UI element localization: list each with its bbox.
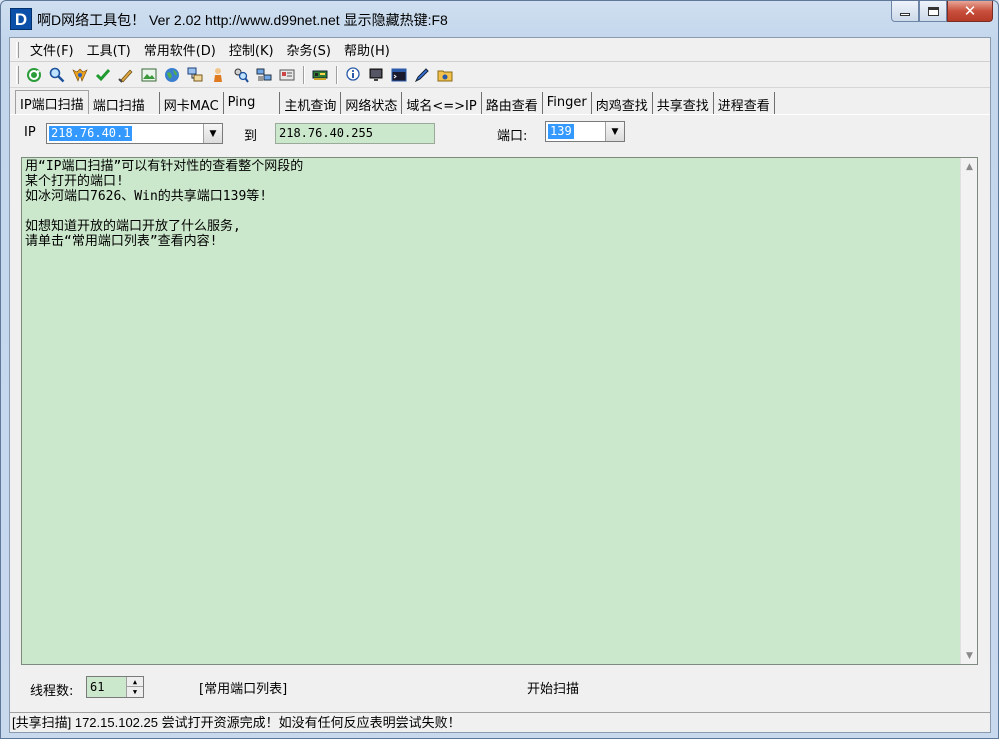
menu-help[interactable]: 帮助(H) <box>339 38 395 61</box>
scroll-down-icon[interactable]: ▼ <box>961 647 978 664</box>
menu-control[interactable]: 控制(K) <box>224 38 279 61</box>
status-bar: [共享扫描] 172.15.102.25 尝试打开资源完成！如没有任何反应表明尝… <box>10 712 990 732</box>
close-button[interactable]: ✕ <box>947 1 993 22</box>
start-scan-button[interactable]: 开始扫描 <box>527 678 579 697</box>
tab-zombie-find[interactable]: 肉鸡查找 <box>591 92 653 114</box>
tab-share-find[interactable]: 共享查找 <box>652 92 714 114</box>
globe-icon[interactable] <box>161 64 183 86</box>
tab-divider <box>10 114 990 115</box>
tab-strip: IP端口扫描 端口扫描 网卡MAC Ping 主机查询 网络状态 域名<=>IP… <box>10 90 990 114</box>
maximize-icon <box>927 6 939 16</box>
threads-label: 线程数: <box>30 684 74 699</box>
ip-start-value[interactable]: 218.76.40.1 <box>49 126 133 141</box>
maximize-button[interactable] <box>919 1 947 22</box>
tab-route-view[interactable]: 路由查看 <box>481 92 543 114</box>
menu-tools[interactable]: 工具(T) <box>82 38 136 61</box>
refresh-icon[interactable] <box>23 64 45 86</box>
brush-icon[interactable] <box>115 64 137 86</box>
window-title: 啊D网络工具包！ Ver 2.02 http://www.d99net.net … <box>37 12 448 28</box>
network-card-icon[interactable] <box>309 64 331 86</box>
tab-domain-ip[interactable]: 域名<=>IP <box>402 92 482 114</box>
port-combo[interactable]: 139 ▼ <box>545 121 625 142</box>
user-icon[interactable] <box>207 64 229 86</box>
tab-ping[interactable]: Ping <box>223 92 281 114</box>
menu-bar: 文件(F) 工具(T) 常用软件(D) 控制(K) 杂务(S) 帮助(H) <box>10 38 990 62</box>
port-label: 端口: <box>497 129 528 144</box>
tab-port-scan[interactable]: 端口扫描 <box>88 92 160 114</box>
scroll-up-icon[interactable]: ▲ <box>961 158 978 175</box>
output-text[interactable]: 用“IP端口扫描”可以有针对性的查看整个网段的 某个打开的端口! 如冰河端口76… <box>25 159 303 249</box>
toolbar-grip[interactable] <box>16 66 19 84</box>
ip-end-field[interactable]: 218.76.40.255 <box>275 123 435 144</box>
app-window: D 啊D网络工具包！ Ver 2.02 http://www.d99net.ne… <box>0 0 999 739</box>
close-icon: ✕ <box>963 1 977 20</box>
spin-down-icon[interactable]: ▼ <box>127 687 143 697</box>
minimize-button[interactable] <box>891 1 919 22</box>
to-label: 到 <box>244 129 258 144</box>
bottom-controls: 线程数: 61 ▲ ▼ [常用端口列表] 开始扫描 <box>10 674 990 700</box>
app-logo: D <box>10 8 32 30</box>
chevron-down-icon[interactable]: ▼ <box>605 122 624 141</box>
monitor-icon[interactable] <box>365 64 387 86</box>
menu-misc[interactable]: 杂务(S) <box>282 38 336 61</box>
spin-up-icon[interactable]: ▲ <box>127 677 143 687</box>
tab-finger[interactable]: Finger <box>542 92 592 114</box>
threads-value[interactable]: 61 <box>90 680 104 694</box>
tab-host-query[interactable]: 主机查询 <box>280 92 342 114</box>
network-copy-icon[interactable] <box>184 64 206 86</box>
client-area: 文件(F) 工具(T) 常用软件(D) 控制(K) 杂务(S) 帮助(H) IP… <box>9 37 991 733</box>
menu-grip[interactable] <box>16 41 19 58</box>
image-icon[interactable] <box>138 64 160 86</box>
card-icon[interactable] <box>276 64 298 86</box>
terminal-icon[interactable] <box>388 64 410 86</box>
search-icon[interactable] <box>46 64 68 86</box>
chevron-down-icon[interactable]: ▼ <box>203 124 222 143</box>
tab-process-view[interactable]: 进程查看 <box>713 92 775 114</box>
tab-ip-port-scan[interactable]: IP端口扫描 <box>15 90 89 114</box>
antivirus-icon[interactable] <box>69 64 91 86</box>
toolbar <box>10 63 990 88</box>
check-icon[interactable] <box>92 64 114 86</box>
ip-label: IP <box>24 125 36 140</box>
menu-software[interactable]: 常用软件(D) <box>139 38 221 61</box>
ip-range-row: IP 218.76.40.1 ▼ 到 218.76.40.255 端口: 139… <box>10 120 990 146</box>
user-search-icon[interactable] <box>230 64 252 86</box>
info-icon[interactable] <box>342 64 364 86</box>
vertical-scrollbar[interactable]: ▲ ▼ <box>960 158 977 664</box>
output-textarea[interactable]: 用“IP端口扫描”可以有针对性的查看整个网段的 某个打开的端口! 如冰河端口76… <box>21 157 978 665</box>
toolbar-separator <box>336 66 338 84</box>
folder-share-icon[interactable] <box>434 64 456 86</box>
tab-network-status[interactable]: 网络状态 <box>341 92 403 114</box>
title-bar[interactable]: D 啊D网络工具包！ Ver 2.02 http://www.d99net.ne… <box>1 1 998 35</box>
port-list-button[interactable]: [常用端口列表] <box>199 678 287 697</box>
pen-icon[interactable] <box>411 64 433 86</box>
port-value[interactable]: 139 <box>548 124 574 139</box>
spinner-buttons[interactable]: ▲ ▼ <box>126 677 143 697</box>
threads-spinner[interactable]: 61 ▲ ▼ <box>86 676 144 698</box>
computers-icon[interactable] <box>253 64 275 86</box>
caption-buttons: ✕ <box>891 1 993 22</box>
toolbar-separator <box>303 66 305 84</box>
ip-start-combo[interactable]: 218.76.40.1 ▼ <box>46 123 223 144</box>
tab-nic-mac[interactable]: 网卡MAC <box>159 92 224 114</box>
menu-file[interactable]: 文件(F) <box>25 38 79 61</box>
minimize-icon <box>900 12 910 16</box>
